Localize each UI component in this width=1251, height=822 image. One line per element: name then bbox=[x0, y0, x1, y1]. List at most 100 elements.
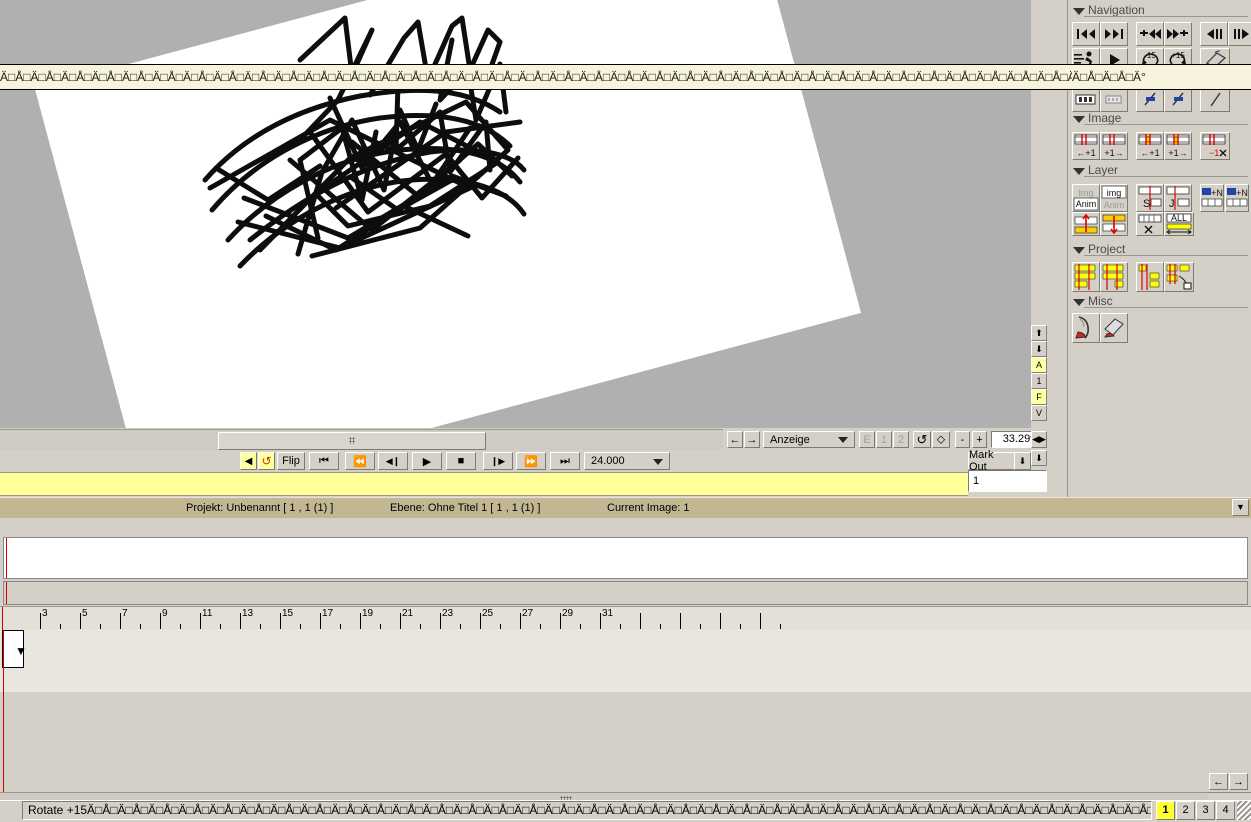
resize-grip-icon[interactable] bbox=[1237, 801, 1251, 820]
nav-prev-key-plus-button[interactable] bbox=[1136, 22, 1164, 46]
display-rotate-button[interactable]: ↺ bbox=[913, 431, 931, 448]
canvas-hscroll-thumb[interactable] bbox=[218, 432, 486, 450]
audio-toggle-button[interactable]: ◀ bbox=[240, 452, 257, 470]
ruler-minor-tick bbox=[420, 624, 421, 629]
timeline-ruler[interactable]: 3 5 7 9 11 13 15 17 19 21 23 25 27 29 31 bbox=[0, 606, 1251, 632]
goto-start-button[interactable]: ⏮ bbox=[309, 452, 339, 470]
step-forward-button[interactable]: ❙▶ bbox=[483, 452, 513, 470]
layer-delete-button[interactable] bbox=[1136, 212, 1164, 236]
nav-step-forward-button[interactable] bbox=[1228, 22, 1251, 46]
nav-first-frame-button[interactable] bbox=[1072, 22, 1100, 46]
chevron-down-icon[interactable] bbox=[1073, 247, 1085, 254]
display-toggle-e[interactable]: E bbox=[859, 431, 875, 448]
nav-last-frame-button[interactable] bbox=[1100, 22, 1128, 46]
play-button[interactable]: ▶ bbox=[412, 452, 442, 470]
layer-move-up-button[interactable] bbox=[1072, 212, 1100, 236]
nav-flip-v-button[interactable] bbox=[1164, 88, 1192, 112]
chevron-down-icon[interactable] bbox=[1073, 116, 1085, 123]
ruler-label: 11 bbox=[202, 608, 213, 619]
step-back-button[interactable]: ◀❙ bbox=[378, 452, 408, 470]
viewport-btn-scroll-down-2[interactable]: ⬇ bbox=[1031, 450, 1047, 466]
page-tab-2[interactable]: 2 bbox=[1176, 801, 1195, 820]
nav-filmstrip-narrow-button[interactable] bbox=[1100, 88, 1128, 112]
viewport-btn-scroll-down[interactable]: ⬇ bbox=[1031, 341, 1047, 357]
display-mode-select[interactable]: Anzeige bbox=[763, 431, 855, 448]
display-next-button[interactable]: → bbox=[744, 431, 760, 448]
project-scene-a-button[interactable] bbox=[1072, 262, 1100, 292]
zoom-spinner[interactable]: ◀▶ bbox=[1031, 431, 1047, 448]
display-toggle-1[interactable]: 1 bbox=[876, 431, 892, 448]
page-tab-3[interactable]: 3 bbox=[1196, 801, 1215, 820]
layer-join-button[interactable]: J bbox=[1164, 184, 1192, 212]
layer-split-button[interactable]: S bbox=[1136, 184, 1164, 212]
ruler-minor-tick bbox=[740, 624, 741, 629]
display-mode-value: Anzeige bbox=[770, 433, 810, 446]
nav-slash-button[interactable] bbox=[1200, 88, 1230, 112]
display-toolbar[interactable]: ← → Anzeige E 1 2 ↺ ⬦ - + 33.29% bbox=[723, 429, 1044, 450]
layer-move-down-button[interactable] bbox=[1100, 212, 1128, 236]
display-prev-button[interactable]: ← bbox=[727, 431, 743, 448]
nav-step-back-button[interactable] bbox=[1200, 22, 1228, 46]
transport-bar: ◀ ↺ Flip ⏮ ⏪ ◀❙ ▶ ■ ❙▶ ⏩ ⏭ 24.000 Mark O… bbox=[0, 449, 1031, 473]
nav-flip-h-button[interactable] bbox=[1136, 88, 1164, 112]
canvas-hscrollbar[interactable] bbox=[0, 429, 723, 450]
chevron-down-icon[interactable] bbox=[1073, 8, 1085, 15]
chevron-down-icon[interactable] bbox=[1073, 299, 1085, 306]
image-dup-before-button[interactable]: ←+1 bbox=[1136, 132, 1164, 160]
project-scene-c-button[interactable] bbox=[1136, 262, 1164, 292]
zoom-in-button[interactable]: + bbox=[972, 431, 987, 448]
timeline-lower-area[interactable] bbox=[0, 692, 1251, 793]
info-bar-menu-button[interactable]: ▼ bbox=[1232, 499, 1249, 516]
group-header-project[interactable]: Project bbox=[1068, 241, 1251, 258]
stop-button[interactable]: ■ bbox=[446, 452, 476, 470]
image-dup-after-button[interactable]: +1→ bbox=[1164, 132, 1192, 160]
viewport-btn-toggle-1[interactable]: 1 bbox=[1031, 373, 1047, 389]
mark-out-button[interactable]: Mark Out bbox=[968, 449, 1015, 473]
timeline-track-row[interactable]: ▼ bbox=[0, 630, 1251, 694]
nav-filmstrip-wide-button[interactable] bbox=[1072, 88, 1100, 112]
layer-img-anim-off-button[interactable]: Img Anim bbox=[1072, 184, 1100, 212]
image-insert-before-button[interactable]: ←+1 bbox=[1072, 132, 1100, 160]
zoom-out-button[interactable]: - bbox=[955, 431, 970, 448]
mark-out-dropdown[interactable]: ⬇ bbox=[1014, 452, 1031, 470]
fast-forward-button[interactable]: ⏩ bbox=[516, 452, 546, 470]
image-delete-button[interactable]: −1 bbox=[1200, 132, 1230, 160]
project-export-button[interactable] bbox=[1164, 262, 1194, 292]
misc-brush-a-button[interactable] bbox=[1072, 313, 1100, 343]
project-scene-b-button[interactable] bbox=[1100, 262, 1128, 292]
layer-all-button[interactable]: ALL bbox=[1164, 212, 1194, 236]
mark-range-bar[interactable] bbox=[0, 472, 968, 496]
group-header-image[interactable]: Image bbox=[1068, 110, 1251, 127]
viewport-btn-toggle-a[interactable]: A bbox=[1031, 357, 1047, 373]
viewport-btn-toggle-f[interactable]: F bbox=[1031, 389, 1047, 405]
display-center-button[interactable]: ⬦ bbox=[932, 431, 950, 448]
viewport-btn-scroll-up[interactable]: ⬆ bbox=[1031, 325, 1047, 341]
group-header-layer[interactable]: Layer bbox=[1068, 162, 1251, 179]
group-header-misc[interactable]: Misc bbox=[1068, 293, 1251, 310]
fast-rewind-button[interactable]: ⏪ bbox=[345, 452, 375, 470]
nav-next-key-plus-button[interactable] bbox=[1164, 22, 1192, 46]
timeline-scroll-right[interactable]: → bbox=[1229, 773, 1248, 790]
group-header-navigation[interactable]: Navigation bbox=[1068, 2, 1251, 19]
timeline-scroll-left[interactable]: ← bbox=[1209, 773, 1228, 790]
chevron-down-icon[interactable] bbox=[1073, 168, 1085, 175]
layer-img-anim-on-button[interactable]: img Anim bbox=[1100, 184, 1128, 212]
viewport-btn-toggle-v[interactable]: V bbox=[1031, 405, 1047, 421]
page-tab-1[interactable]: 1 bbox=[1156, 801, 1175, 820]
track-expander-icon[interactable]: ▼ bbox=[15, 644, 27, 658]
mark-out-value-field[interactable]: 1 bbox=[968, 470, 1047, 492]
layer-add-n-a-button[interactable]: +N bbox=[1200, 184, 1224, 212]
goto-end-button[interactable]: ⏭ bbox=[550, 452, 580, 470]
misc-brush-b-button[interactable] bbox=[1100, 313, 1128, 343]
timeline-sub-strip[interactable] bbox=[3, 581, 1248, 605]
image-insert-after-button[interactable]: +1→ bbox=[1100, 132, 1128, 160]
timeline-top-strip[interactable] bbox=[3, 537, 1248, 579]
ruler-label: 9 bbox=[162, 608, 168, 619]
fps-select[interactable]: 24.000 bbox=[584, 452, 670, 470]
layer-add-n-b-button[interactable]: +N bbox=[1225, 184, 1249, 212]
loop-toggle-button[interactable]: ↺ bbox=[258, 452, 275, 470]
group-label-image: Image bbox=[1088, 111, 1122, 125]
page-tab-4[interactable]: 4 bbox=[1216, 801, 1235, 820]
display-toggle-2[interactable]: 2 bbox=[893, 431, 909, 448]
flip-button[interactable]: Flip bbox=[277, 452, 305, 470]
